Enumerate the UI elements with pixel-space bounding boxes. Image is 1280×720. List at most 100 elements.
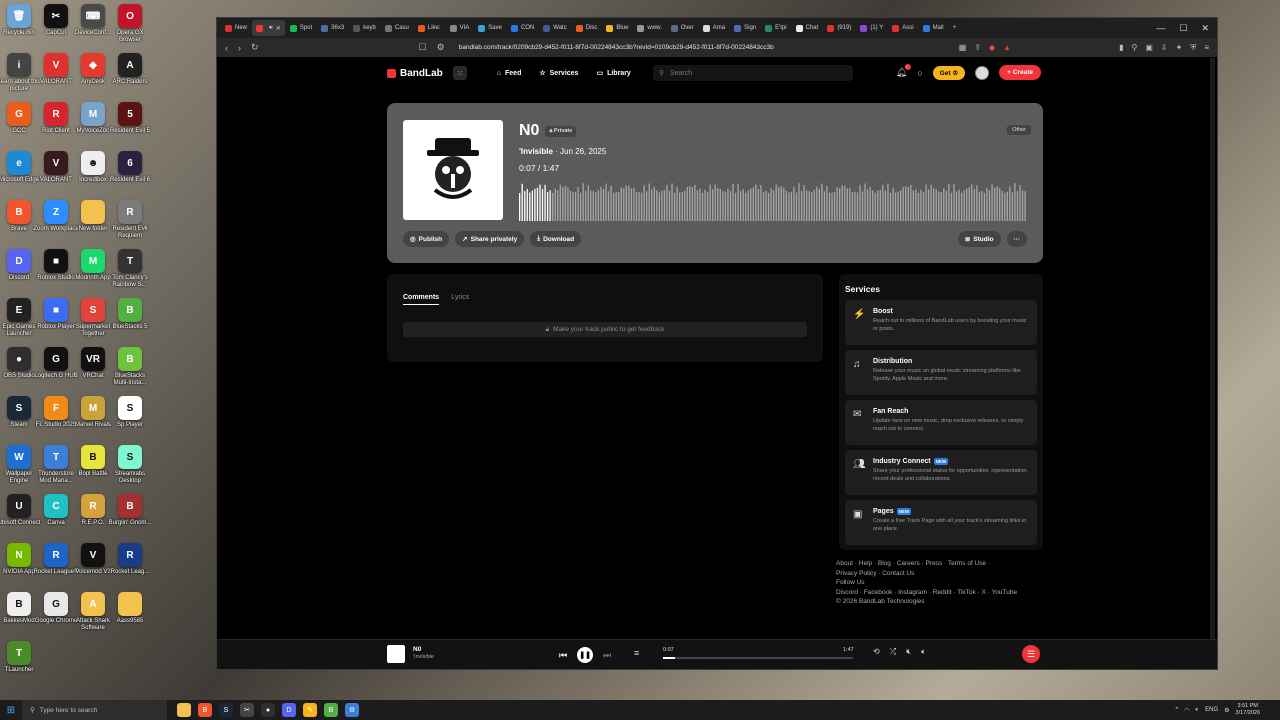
- rewards-icon[interactable]: ▲: [1003, 43, 1011, 53]
- tray-chevron-icon[interactable]: ^: [1175, 707, 1178, 713]
- menu-icon[interactable]: ≡: [1204, 43, 1209, 53]
- repeat-icon[interactable]: ⟲: [873, 647, 880, 657]
- desktop-icon[interactable]: A ARC Raiders: [111, 53, 149, 86]
- message-search-icon[interactable]: ○: [917, 68, 922, 78]
- browser-tab[interactable]: Watc: [539, 20, 570, 36]
- notifications-bell-icon[interactable]: 🔔︎ 9: [896, 64, 912, 78]
- previous-icon[interactable]: ⏮︎: [559, 650, 567, 661]
- minimize-icon[interactable]: —: [1156, 23, 1165, 34]
- desktop-icon[interactable]: 6 Resident Evil 6: [110, 151, 150, 184]
- browser-tab[interactable]: Over: [667, 20, 698, 36]
- vpn-icon[interactable]: ⛨: [1190, 43, 1196, 53]
- desktop-icon[interactable]: T TLauncher: [0, 641, 38, 674]
- desktop-icon[interactable]: B Burglin' Gnom...: [109, 494, 151, 527]
- extensions-icon[interactable]: ⚲: [1132, 43, 1138, 53]
- desktop-icon[interactable]: S Sp Player: [111, 396, 149, 429]
- player-artwork[interactable]: [387, 645, 405, 663]
- close-icon[interactable]: ✕: [1201, 23, 1209, 34]
- downloads-icon[interactable]: ⇩: [1161, 43, 1168, 53]
- forward-icon[interactable]: ›: [238, 43, 241, 53]
- browser-tab[interactable]: www.: [633, 20, 665, 36]
- steam-icon[interactable]: S: [219, 703, 233, 717]
- browser-tab[interactable]: Mail: [919, 20, 948, 36]
- browser-tab[interactable]: E'tpi: [761, 20, 790, 36]
- speaker-icon[interactable]: 🔈︎: [1196, 707, 1200, 714]
- desktop-icon[interactable]: T Tom Clancy's Rainbow Si...: [111, 249, 149, 289]
- player-artist[interactable]: 'Invisible: [413, 654, 434, 660]
- service-card[interactable]: ✉ Fan Reach Update fans on new music, drop…: [845, 400, 1037, 445]
- footer-line-2[interactable]: Privacy Policy · Contact Us: [836, 569, 1046, 579]
- create-button[interactable]: + Create: [999, 65, 1041, 80]
- new-tab-button[interactable]: +: [949, 20, 961, 36]
- brave-icon[interactable]: B: [198, 703, 212, 717]
- audio-playing-icon[interactable]: 🔊︎: [269, 25, 273, 32]
- browser-tab[interactable]: Assi: [888, 20, 917, 36]
- studio-button[interactable]: ≣ Studio: [957, 231, 1001, 247]
- desktop-icon[interactable]: E Epic Games Launcher: [0, 298, 38, 338]
- tab-comments[interactable]: Comments: [403, 294, 440, 305]
- next-icon[interactable]: ⏭︎: [603, 650, 611, 661]
- browser-tab[interactable]: CON: [507, 20, 538, 36]
- service-card[interactable]: ▣ Pages NEW Create a free Track Page with a…: [845, 500, 1037, 545]
- mute-icon[interactable]: 🔇︎: [906, 647, 911, 657]
- footer-social[interactable]: Discord · Facebook · Instagram · Reddit …: [836, 588, 1046, 598]
- share-icon[interactable]: ⇪: [974, 43, 981, 53]
- queue-icon[interactable]: ≡: [634, 648, 639, 658]
- wifi-icon[interactable]: ◠: [1184, 707, 1189, 714]
- url-field[interactable]: bandlab.com/track/0209cb29-d452-f011-8f7…: [459, 44, 774, 51]
- capture-icon[interactable]: ✂: [240, 703, 254, 717]
- obs-icon[interactable]: ●: [261, 703, 275, 717]
- browser-tab[interactable]: New: [221, 20, 251, 36]
- desktop-icon[interactable]: 5 Resident Evil 5: [110, 102, 150, 135]
- file-explorer-icon[interactable]: [177, 703, 191, 717]
- desktop-icon[interactable]: i Learn about this picture: [0, 53, 41, 93]
- share-privately-button[interactable]: ↗ Share privately: [455, 231, 525, 247]
- settings-icon[interactable]: ⚙: [345, 703, 359, 717]
- browser-tab[interactable]: 36x3: [317, 20, 348, 36]
- shuffle-icon[interactable]: ⤮: [890, 647, 896, 657]
- desktop-icon[interactable]: A Attack Shark Software: [74, 592, 112, 632]
- apps-grid-icon[interactable]: ⁙: [452, 66, 467, 80]
- browser-tab[interactable]: (1) Y: [856, 20, 887, 36]
- notification-center-icon[interactable]: ⚙: [1224, 707, 1229, 714]
- download-button[interactable]: ⤓ Download: [530, 231, 582, 247]
- user-avatar[interactable]: [975, 65, 990, 80]
- browser-tab[interactable]: Spot: [286, 20, 316, 36]
- browser-tab[interactable]: Chat: [792, 20, 823, 36]
- track-artist[interactable]: 'Invisible: [519, 147, 553, 156]
- bandlab-logo[interactable]: BandLab: [387, 68, 443, 79]
- tab-close-icon[interactable]: ✕: [276, 25, 281, 32]
- publish-button[interactable]: ◎ Publish: [403, 231, 450, 247]
- brave-shield-icon[interactable]: ◆: [989, 43, 995, 53]
- browser-tab[interactable]: VIA: [446, 20, 474, 36]
- bluestacks-icon[interactable]: B: [324, 703, 338, 717]
- nav-library[interactable]: ▭ Library: [596, 69, 630, 78]
- page-scrollbar[interactable]: [1210, 58, 1215, 658]
- tab-lyrics[interactable]: Lyrics: [451, 294, 469, 305]
- pause-button[interactable]: ❚❚: [577, 647, 594, 663]
- browser-tab[interactable]: Save: [474, 20, 506, 36]
- browser-tab[interactable]: Casu: [381, 20, 413, 36]
- start-icon[interactable]: ⊞: [0, 700, 22, 720]
- maximize-icon[interactable]: ☐: [1179, 23, 1187, 34]
- desktop-icon[interactable]: B BlueStacks 5: [111, 298, 149, 331]
- player-menu-icon[interactable]: ☰: [1022, 645, 1040, 663]
- get-membership-button[interactable]: Get ♔: [932, 65, 966, 80]
- browser-tab[interactable]: Blue: [602, 20, 632, 36]
- service-card[interactable]: ⚡ Boost Reach out to millions of BandLab u…: [845, 300, 1037, 345]
- site-info-icon[interactable]: ⚙: [437, 42, 445, 53]
- more-options-button[interactable]: ···: [1006, 231, 1027, 247]
- reload-icon[interactable]: ↻: [251, 42, 259, 53]
- volume-icon[interactable]: 🔈︎: [921, 647, 926, 657]
- language-indicator[interactable]: ENG: [1205, 707, 1218, 713]
- browser-tab[interactable]: Like:: [414, 20, 445, 36]
- desktop-icon[interactable]: S Supermarket Together: [74, 298, 112, 338]
- browser-tab[interactable]: Disc: [572, 20, 602, 36]
- service-card[interactable]: ♫ Distribution Release your music on globa…: [845, 350, 1037, 395]
- desktop-icon[interactable]: R Rocket Leag...: [111, 543, 149, 576]
- browser-tab[interactable]: 🔊︎ ✕: [252, 20, 285, 36]
- waveform-seekbar[interactable]: [519, 179, 1027, 221]
- extension-icon[interactable]: ▦: [959, 43, 967, 53]
- desktop-icon[interactable]: O Opera GX Browser: [111, 4, 149, 44]
- browser-tab[interactable]: Sign: [730, 20, 760, 36]
